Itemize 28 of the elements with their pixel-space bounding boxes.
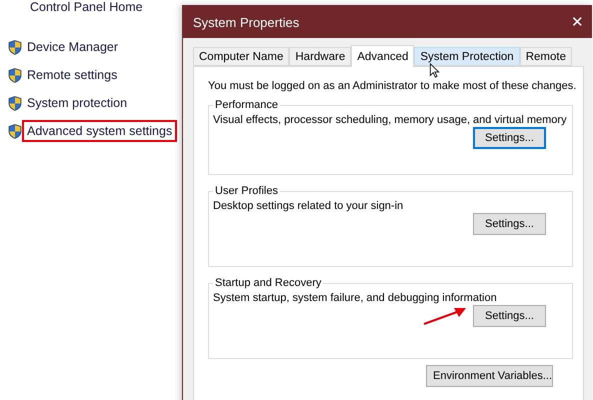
sidebar-link[interactable]: Device Manager <box>22 36 124 58</box>
environment-variables-button[interactable]: Environment Variables... <box>426 365 553 387</box>
sidebar-link[interactable]: Remote settings <box>22 64 122 86</box>
tab[interactable]: Computer Name <box>193 47 290 66</box>
group-description: Desktop settings related to your sign-in <box>213 199 404 213</box>
group-title: User Profiles <box>214 185 279 197</box>
group-description: Visual effects, processor scheduling, memory usage, and virtual memory <box>213 113 567 127</box>
shield-icon <box>8 68 22 82</box>
settings-button[interactable]: Settings... <box>473 127 546 149</box>
home-link[interactable]: Control Panel Home <box>30 0 182 14</box>
group-title: Startup and Recovery <box>214 277 322 289</box>
shield-icon <box>8 40 22 54</box>
tab[interactable]: System Protection <box>414 47 520 66</box>
group-description: System startup, system failure, and debugging information <box>213 291 497 305</box>
settings-button[interactable]: Settings... <box>473 305 546 327</box>
settings-button[interactable]: Settings... <box>473 213 546 235</box>
close-button[interactable]: ✕ <box>571 13 584 31</box>
notice-text: You must be logged on as an Administrator to make most of these changes. <box>208 79 576 93</box>
tab[interactable]: Remote <box>520 47 572 66</box>
window-title: System Properties <box>193 14 300 30</box>
tab[interactable]: Hardware <box>289 47 352 66</box>
sidebar-link[interactable]: System protection <box>22 92 132 114</box>
shield-icon <box>8 124 22 138</box>
arrow-icon <box>423 306 467 326</box>
tab[interactable]: Advanced <box>351 45 414 67</box>
shield-icon <box>8 96 22 110</box>
sidebar-link[interactable]: Advanced system settings <box>22 120 178 142</box>
group-title: Performance <box>214 99 279 111</box>
